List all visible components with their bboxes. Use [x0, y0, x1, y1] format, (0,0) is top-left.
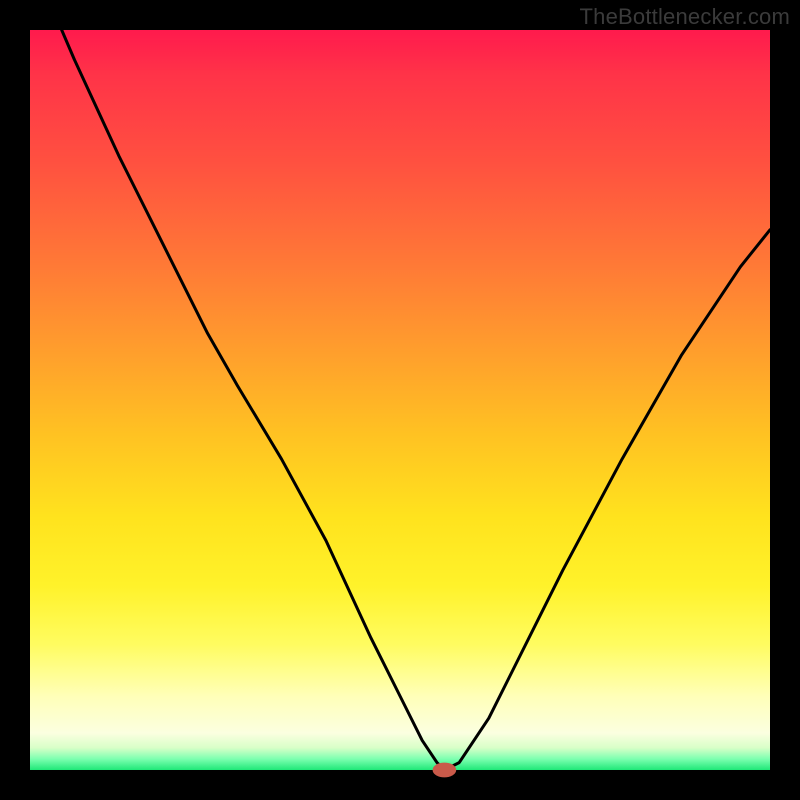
curve-svg: [30, 30, 770, 770]
watermark-text: TheBottlenecker.com: [580, 4, 790, 30]
chart-container: TheBottlenecker.com: [0, 0, 800, 800]
bottleneck-curve: [30, 0, 770, 770]
minimum-marker: [433, 763, 457, 778]
plot-area: [30, 30, 770, 770]
